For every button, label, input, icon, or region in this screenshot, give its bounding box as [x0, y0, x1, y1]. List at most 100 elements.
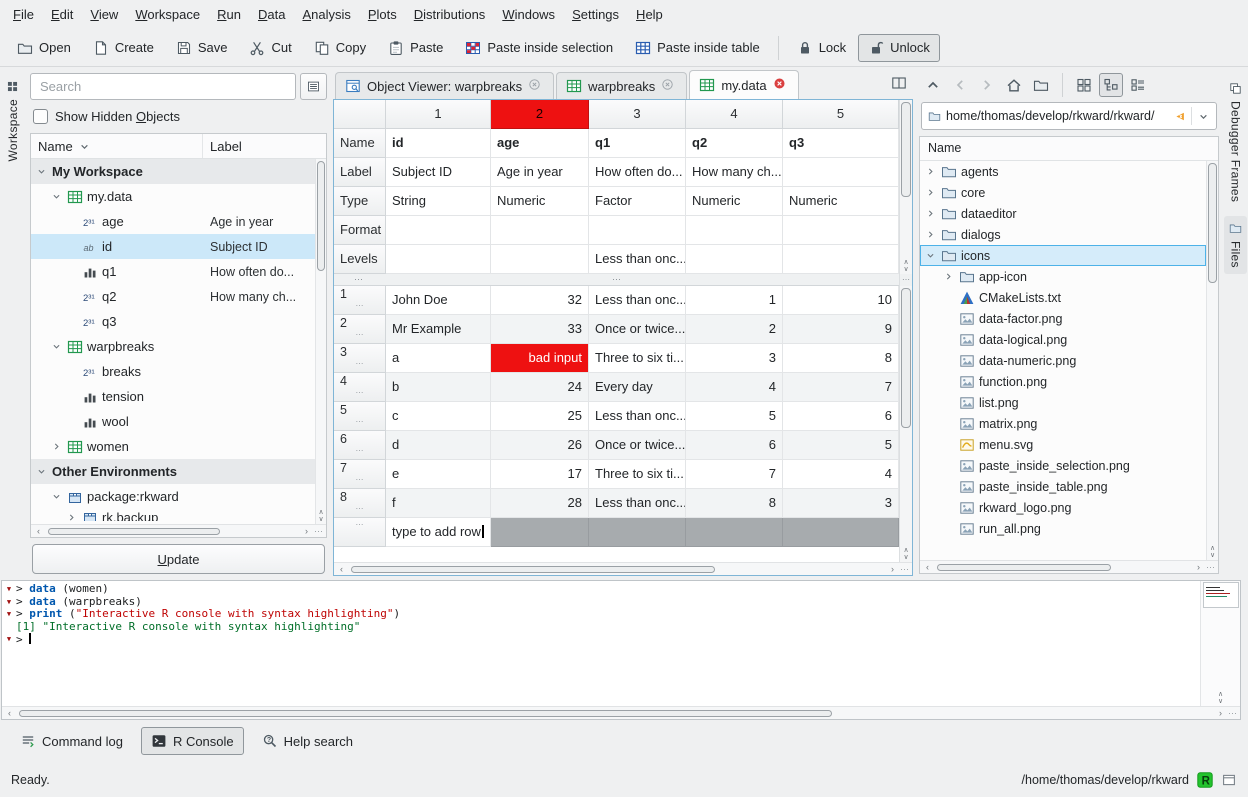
cell-r7c5[interactable]: 4 [783, 460, 899, 489]
cell-r8c1[interactable]: f [386, 489, 491, 518]
show-hidden-objects-checkbox[interactable]: Show Hidden Objects [30, 105, 327, 128]
meta-cell-type-c2[interactable]: Numeric [491, 187, 589, 216]
workspace-tree-header[interactable]: Name Label [31, 134, 326, 159]
row-header-6[interactable]: 6⋯ [334, 431, 386, 460]
expander-right-icon[interactable] [924, 229, 937, 240]
add-row-input-cell[interactable]: type to add row [386, 518, 491, 547]
update-button[interactable]: Update [32, 544, 325, 574]
expander-right-icon[interactable] [942, 271, 955, 282]
forward-button[interactable] [975, 73, 999, 97]
add-row-cell-c4[interactable] [686, 518, 783, 547]
split-window-button[interactable] [887, 71, 911, 95]
workspace-options-button[interactable] [300, 73, 327, 100]
meta-cell-name-c5[interactable]: q3 [783, 129, 899, 158]
toolview-tab-r-console[interactable]: R Console [141, 727, 244, 755]
menu-edit[interactable]: Edit [43, 3, 81, 26]
column-header-5[interactable]: 5 [783, 100, 899, 129]
meta-row-header-type[interactable]: Type [334, 187, 386, 216]
meta-row-header-label[interactable]: Label [334, 158, 386, 187]
cell-r7c4[interactable]: 7 [686, 460, 783, 489]
cell-r8c2[interactable]: 28 [491, 489, 589, 518]
menu-analysis[interactable]: Analysis [294, 3, 358, 26]
expander-right-icon[interactable] [924, 187, 937, 198]
file-cmakelists-txt[interactable]: CMakeLists.txt [920, 287, 1206, 308]
tab-my-data[interactable]: my.data [689, 70, 798, 99]
meta-cell-type-c5[interactable]: Numeric [783, 187, 899, 216]
meta-cell-label-c2[interactable]: Age in year [491, 158, 589, 187]
column-header-1[interactable]: 1 [386, 100, 491, 129]
add-row-cell-c3[interactable] [589, 518, 686, 547]
menu-windows[interactable]: Windows [494, 3, 563, 26]
tab-object-viewer-warpbreaks[interactable]: Object Viewer: warpbreaks [335, 72, 554, 99]
row-header-1[interactable]: 1⋯ [334, 286, 386, 315]
row-header-3[interactable]: 3⋯ [334, 344, 386, 373]
grid-splitter-handle[interactable]: ⋯ [900, 274, 912, 286]
cell-r2c5[interactable]: 9 [783, 315, 899, 344]
meta-cell-levels-c4[interactable] [686, 245, 783, 274]
home-button[interactable] [1002, 73, 1026, 97]
object-q2[interactable]: 2³¹q2How many ch... [31, 284, 326, 309]
menu-run[interactable]: Run [209, 3, 249, 26]
cell-r4c5[interactable]: 7 [783, 373, 899, 402]
cell-r1c1[interactable]: John Doe [386, 286, 491, 315]
cell-r1c4[interactable]: 1 [686, 286, 783, 315]
expander-down-icon[interactable] [49, 191, 63, 202]
menu-help[interactable]: Help [628, 3, 671, 26]
cell-r8c3[interactable]: Less than onc... [589, 489, 686, 518]
paste-inside-table-button[interactable]: Paste inside table [625, 34, 770, 62]
row-header-7[interactable]: 7⋯ [334, 460, 386, 489]
meta-vscrollbar[interactable]: ∧∨ [900, 100, 912, 274]
expander-down-icon[interactable] [924, 250, 937, 261]
file-list-png[interactable]: list.png [920, 392, 1206, 413]
grid-vertical-scrollbars[interactable]: ∧∨ ⋯ ∧∨ [899, 100, 912, 562]
r-engine-status-icon[interactable]: R [1197, 772, 1213, 788]
console-text[interactable]: ▼> data (women)▼> data (warpbreaks)▼> pr… [2, 581, 1200, 706]
cell-r2c1[interactable]: Mr Example [386, 315, 491, 344]
tree-view-button[interactable] [1099, 73, 1123, 97]
meta-cell-name-c1[interactable]: id [386, 129, 491, 158]
tab-warpbreaks[interactable]: warpbreaks [556, 72, 687, 99]
details-view-button[interactable] [1126, 73, 1150, 97]
console-vscrollbar[interactable]: ∧∨ [1200, 581, 1240, 706]
column-header-4[interactable]: 4 [686, 100, 783, 129]
meta-cell-type-c1[interactable]: String [386, 187, 491, 216]
meta-cell-label-c5[interactable] [783, 158, 899, 187]
menu-distributions[interactable]: Distributions [406, 3, 494, 26]
meta-cell-name-c4[interactable]: q2 [686, 129, 783, 158]
cell-r2c2[interactable]: 33 [491, 315, 589, 344]
column-header-2[interactable]: 2 [491, 100, 589, 129]
file-data-logical-png[interactable]: data-logical.png [920, 329, 1206, 350]
object-id[interactable]: abidSubject ID [31, 234, 326, 259]
meta-cell-levels-c3[interactable]: Less than onc... [589, 245, 686, 274]
object-other-environments[interactable]: Other Environments [31, 459, 326, 484]
file-matrix-png[interactable]: matrix.png [920, 413, 1206, 434]
up-button[interactable] [921, 73, 945, 97]
object-wool[interactable]: wool [31, 409, 326, 434]
back-button[interactable] [948, 73, 972, 97]
cell-r6c4[interactable]: 6 [686, 431, 783, 460]
object-women[interactable]: women [31, 434, 326, 459]
cell-r7c3[interactable]: Three to six ti... [589, 460, 686, 489]
cell-r3c4[interactable]: 3 [686, 344, 783, 373]
expander-down-icon[interactable] [49, 491, 63, 502]
file-run-all-png[interactable]: run_all.png [920, 518, 1206, 539]
cell-r5c2[interactable]: 25 [491, 402, 589, 431]
menu-workspace[interactable]: Workspace [127, 3, 208, 26]
row-header-5[interactable]: 5⋯ [334, 402, 386, 431]
cell-r5c3[interactable]: Less than onc... [589, 402, 686, 431]
file-dataeditor[interactable]: dataeditor [920, 203, 1206, 224]
paste-button[interactable]: Paste [378, 34, 453, 62]
meta-cell-format-c4[interactable] [686, 216, 783, 245]
meta-cell-format-c3[interactable] [589, 216, 686, 245]
cell-r4c4[interactable]: 4 [686, 373, 783, 402]
meta-cell-type-c3[interactable]: Factor [589, 187, 686, 216]
cell-r7c1[interactable]: e [386, 460, 491, 489]
toolview-tab-command-log[interactable]: Command log [10, 727, 133, 755]
grid-hscrollbar[interactable]: ‹›⋯ [334, 562, 912, 575]
file-paste-inside-table-png[interactable]: paste_inside_table.png [920, 476, 1206, 497]
folder-button[interactable] [1029, 73, 1053, 97]
cell-r4c3[interactable]: Every day [589, 373, 686, 402]
workspace-tree-vscrollbar[interactable]: ∧∨ [315, 159, 326, 524]
object-warpbreaks[interactable]: warpbreaks [31, 334, 326, 359]
cell-r8c5[interactable]: 3 [783, 489, 899, 518]
